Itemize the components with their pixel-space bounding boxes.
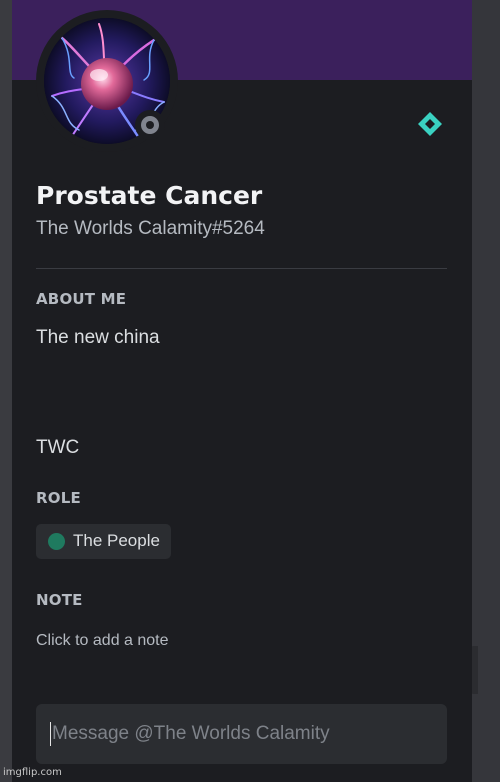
about-me-line: The new china [36, 327, 160, 348]
offline-status-icon-hole [146, 121, 154, 129]
about-me-heading: ABOUT ME [36, 290, 127, 308]
note-heading: NOTE [36, 591, 83, 609]
nitro-diamond-icon-glyph [418, 112, 442, 136]
display-name: Prostate Cancer [36, 181, 263, 210]
message-input[interactable] [52, 722, 432, 746]
username[interactable]: The Worlds Calamity#5264 [36, 218, 265, 240]
role-pill[interactable]: The People [36, 524, 171, 559]
role-name: The People [73, 531, 160, 550]
note-field[interactable]: Click to add a note [36, 632, 169, 650]
role-color-dot [48, 533, 65, 550]
role-heading: ROLE [36, 489, 81, 507]
offline-status-icon [141, 116, 159, 134]
user-profile-popout: Prostate Cancer The Worlds Calamity#5264… [12, 0, 472, 782]
background-panel-left [0, 0, 12, 782]
watermark: imgflip.com [3, 767, 62, 778]
message-box[interactable] [36, 704, 447, 764]
about-me-line: TWC [36, 437, 80, 458]
text-cursor [50, 722, 51, 746]
nitro-diamond-icon[interactable] [417, 111, 443, 137]
divider [36, 268, 447, 269]
